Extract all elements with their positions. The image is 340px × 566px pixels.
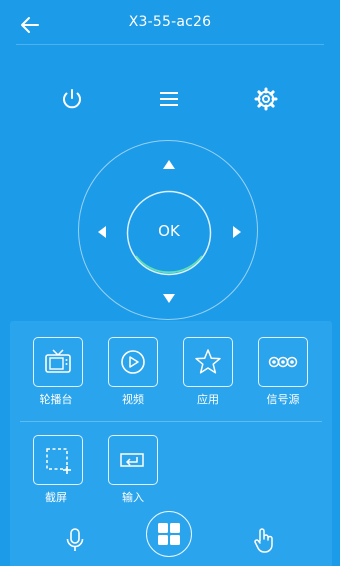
shortcut-signal-source[interactable]: [258, 337, 308, 387]
dpad-up-button[interactable]: [161, 157, 177, 173]
shortcut-carousel[interactable]: [33, 337, 83, 387]
apps-button[interactable]: [146, 511, 192, 557]
page-title: X3-55-ac26: [128, 14, 212, 30]
tv-icon: [45, 349, 71, 373]
triangle-down-icon: [163, 294, 175, 303]
shortcut-screenshot-label: 截屏: [45, 491, 67, 504]
header-divider: [16, 44, 324, 45]
menu-icon: [160, 92, 178, 106]
touch-hand-icon: [254, 528, 273, 553]
shortcut-signal-source-label: 信号源: [266, 393, 300, 406]
shortcut-video-label: 视频: [122, 393, 144, 406]
ok-label: OK: [158, 222, 180, 240]
signal-source-icon: [268, 356, 298, 368]
menu-button[interactable]: [154, 84, 184, 114]
shortcut-input[interactable]: [108, 435, 158, 485]
play-icon: [121, 350, 145, 374]
voice-button[interactable]: [64, 526, 86, 554]
power-icon: [63, 89, 81, 109]
apps-grid-icon: [158, 523, 180, 545]
triangle-right-icon: [233, 226, 241, 238]
gear-icon: [254, 87, 278, 111]
shortcut-input-label: 输入: [122, 491, 144, 504]
shortcut-carousel-label: 轮播台: [39, 393, 73, 406]
triangle-left-icon: [98, 226, 106, 238]
dpad-down-button[interactable]: [161, 290, 177, 306]
dpad-left-button[interactable]: [94, 224, 110, 240]
header-bar: X3-55-ac26: [0, 0, 340, 46]
dpad-right-button[interactable]: [229, 224, 245, 240]
screenshot-icon: [46, 448, 71, 474]
shortcut-screenshot[interactable]: [33, 435, 83, 485]
microphone-icon: [66, 528, 84, 551]
shortcut-panel: 轮播台 视频 应用 信号源 截屏 输入: [10, 321, 332, 566]
shortcut-video[interactable]: [108, 337, 158, 387]
ok-button[interactable]: OK: [126, 190, 212, 276]
star-icon: [195, 349, 221, 374]
panel-divider: [20, 421, 322, 422]
triangle-up-icon: [163, 160, 175, 169]
settings-button[interactable]: [251, 84, 281, 114]
shortcut-apps-label: 应用: [197, 393, 219, 406]
shortcut-apps[interactable]: [183, 337, 233, 387]
power-button[interactable]: [57, 84, 87, 114]
touch-mode-button[interactable]: [252, 526, 276, 554]
enter-icon: [120, 453, 144, 467]
